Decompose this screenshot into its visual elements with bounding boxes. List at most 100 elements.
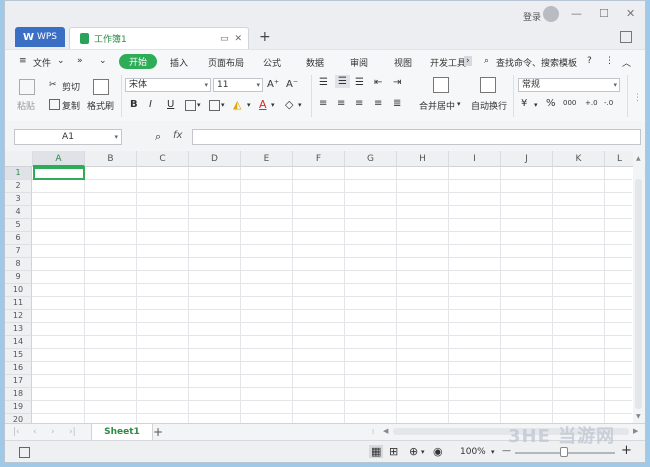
add-sheet-button[interactable]: + (153, 425, 163, 439)
tab-window-icon[interactable]: ▭ (220, 34, 229, 44)
chevron-down-icon[interactable]: ▾ (491, 448, 495, 456)
column-header[interactable]: B (85, 151, 137, 167)
tab-formulas[interactable]: 公式 (263, 56, 281, 69)
bold-button[interactable]: B (130, 99, 138, 110)
format-painter-button[interactable]: 格式刷 (87, 99, 114, 112)
column-header[interactable]: I (449, 151, 501, 167)
page-break-view-icon[interactable]: ⊞ (389, 445, 398, 458)
justify-icon[interactable]: ≡ (374, 98, 382, 109)
row-header[interactable]: 3 (5, 193, 32, 206)
align-bottom-icon[interactable]: ☰ (355, 77, 364, 88)
collapse-ribbon-icon[interactable]: ︿ (622, 56, 631, 69)
chevron-down-icon[interactable]: ▾ (271, 101, 275, 109)
zoom-level[interactable]: 100% (460, 447, 486, 457)
chevron-down-icon[interactable]: ▾ (114, 130, 118, 144)
panel-toggle-icon[interactable] (620, 31, 632, 43)
align-top-icon[interactable]: ☰ (319, 77, 328, 88)
help-icon[interactable]: ? (587, 56, 592, 66)
row-header[interactable]: 12 (5, 310, 32, 323)
font-name-select[interactable]: 宋体 ▾ (125, 78, 211, 92)
row-header[interactable]: 18 (5, 388, 32, 401)
spreadsheet-grid[interactable]: A B C D E F G H I J K L 1 2 3 4 5 6 7 8 9 10 11 12 13 14 15 16 17 18 1… (5, 151, 633, 423)
column-header[interactable]: E (241, 151, 293, 167)
close-tab-icon[interactable]: ✕ (234, 34, 242, 44)
row-header[interactable]: 4 (5, 206, 32, 219)
row-header[interactable]: 13 (5, 323, 32, 336)
tab-review[interactable]: 审阅 (350, 56, 368, 69)
grow-font-button[interactable]: A⁺ (267, 79, 279, 90)
zoom-in-button[interactable]: + (621, 443, 632, 458)
select-all-corner[interactable] (5, 151, 33, 167)
quick-access-icon[interactable]: ⌄ (99, 56, 107, 66)
underline-button[interactable]: U (167, 99, 174, 110)
row-header[interactable]: 14 (5, 336, 32, 349)
column-header[interactable]: K (553, 151, 605, 167)
indent-increase-icon[interactable]: ⇥ (393, 77, 401, 88)
tab-insert[interactable]: 插入 (170, 56, 188, 69)
row-header[interactable]: 10 (5, 284, 32, 297)
format-painter-icon[interactable] (93, 79, 109, 95)
column-header[interactable]: C (137, 151, 189, 167)
scroll-down-icon[interactable]: ▼ (636, 413, 641, 420)
chevron-down-icon[interactable]: ▾ (534, 101, 538, 109)
login-link[interactable]: 登录 (523, 10, 541, 23)
percent-button[interactable]: % (546, 98, 556, 109)
chevron-down-icon[interactable]: ▾ (457, 100, 461, 108)
row-header[interactable]: 8 (5, 258, 32, 271)
merge-icon[interactable] (433, 77, 449, 93)
avatar[interactable] (543, 6, 559, 22)
eye-protection-icon[interactable]: ◉ (433, 445, 443, 458)
wps-home-tab[interactable]: W WPS (15, 27, 65, 47)
row-header[interactable]: 1 (5, 167, 32, 180)
font-size-select[interactable]: 11 ▾ (213, 78, 263, 92)
column-header[interactable]: A (33, 151, 85, 167)
row-header[interactable]: 9 (5, 271, 32, 284)
first-sheet-icon[interactable]: |‹ (13, 427, 20, 437)
next-sheet-icon[interactable]: › (51, 427, 55, 437)
chevron-down-icon[interactable]: ▾ (298, 101, 302, 109)
number-format-select[interactable]: 常规 ▾ (518, 78, 620, 92)
paste-button[interactable]: 粘贴 (17, 99, 35, 112)
column-header[interactable]: D (189, 151, 241, 167)
close-window-button[interactable]: ✕ (626, 7, 635, 20)
page-layout-view-icon[interactable]: ⊕ (409, 445, 418, 458)
column-header[interactable]: F (293, 151, 345, 167)
row-header[interactable]: 19 (5, 401, 32, 414)
more-options-icon[interactable]: ⋮ (605, 56, 614, 66)
italic-button[interactable]: I (149, 99, 152, 110)
row-header[interactable]: 17 (5, 375, 32, 388)
row-header[interactable]: 7 (5, 245, 32, 258)
row-header[interactable]: 20 (5, 414, 32, 423)
fill-color-icon[interactable]: ◭ (233, 98, 241, 111)
chevron-down-icon[interactable]: ▾ (247, 101, 251, 109)
command-search[interactable]: 查找命令、搜索模板 (496, 56, 577, 69)
wrap-text-icon[interactable] (480, 77, 496, 93)
name-box[interactable]: A1 ▾ (14, 129, 122, 145)
row-header[interactable]: 15 (5, 349, 32, 362)
tab-view[interactable]: 视图 (394, 56, 412, 69)
macro-icon[interactable] (19, 447, 30, 458)
more-menu-icon[interactable]: » (77, 56, 83, 66)
indent-decrease-icon[interactable]: ⇤ (374, 77, 382, 88)
hamburger-icon[interactable]: ≡ (19, 56, 27, 66)
scroll-right-icon[interactable]: ▶ (633, 427, 638, 435)
scroll-up-icon[interactable]: ▲ (636, 155, 641, 162)
row-header[interactable]: 5 (5, 219, 32, 232)
insert-function-button[interactable]: fx (173, 130, 182, 141)
active-cell[interactable] (33, 167, 85, 180)
tab-page-layout[interactable]: 页面布局 (208, 56, 244, 69)
minimize-button[interactable]: — (571, 7, 582, 20)
align-left-icon[interactable]: ≡ (319, 98, 327, 109)
vertical-scroll-thumb[interactable] (635, 179, 642, 409)
merge-center-button[interactable]: 合并居中 (419, 99, 455, 112)
increase-decimal-button[interactable]: +.0 (585, 99, 598, 107)
tab-data[interactable]: 数据 (306, 56, 324, 69)
thousands-button[interactable]: 000 (563, 99, 576, 107)
row-header[interactable]: 11 (5, 297, 32, 310)
row-header[interactable]: 2 (5, 180, 32, 193)
cut-button[interactable]: 剪切 (62, 80, 80, 93)
auto-wrap-button[interactable]: 自动换行 (471, 99, 507, 112)
chevron-down-icon[interactable]: ▾ (421, 448, 425, 456)
column-header[interactable]: L (605, 151, 633, 167)
zoom-slider-knob[interactable] (560, 447, 568, 457)
